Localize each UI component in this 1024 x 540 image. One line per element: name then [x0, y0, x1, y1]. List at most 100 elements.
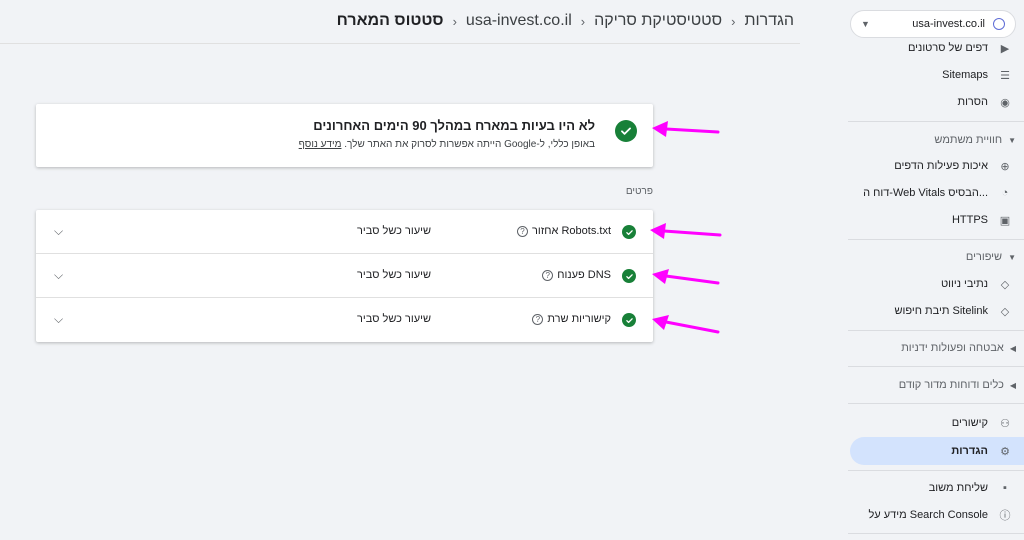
help-icon[interactable]: ?	[532, 313, 544, 325]
gear-icon: ⚙	[1000, 445, 1010, 458]
chevron-icon: ›	[580, 13, 586, 29]
section-legacy[interactable]: ◀ כלים ודוחות מדור קודם	[850, 373, 1024, 397]
divider	[848, 533, 1024, 534]
sidebar-item-label: שליחת משוב	[928, 482, 988, 494]
annotation-arrow-head	[650, 223, 666, 239]
sidebar-item-removals[interactable]: ◉ הסרות	[850, 88, 1024, 116]
sidebar: usa-invest.co.il ▼ ▶ דפים של סרטונים ☰ S…	[848, 0, 1024, 540]
chevron-icon: ›	[452, 13, 457, 29]
breadcrumb-crawl-stats[interactable]: סטטיסטיקת סריקה	[594, 12, 722, 30]
divider	[848, 366, 1024, 367]
divider	[848, 121, 1024, 122]
detail-name-text: אחזור Robots.txt	[531, 225, 611, 237]
details-card: ? אחזור Robots.txt שיעור כשל סביר ⌵ ? פע…	[36, 210, 653, 342]
summary-title: לא היו בעיות במארח במהלך 90 הימים האחרונ…	[313, 118, 595, 133]
sidebar-item-label: HTTPS	[951, 214, 988, 226]
sidebar-item-about[interactable]: ⓘ מידע על Search Console	[850, 501, 1024, 529]
divider	[848, 330, 1024, 331]
divider	[848, 239, 1024, 240]
annotation-arrow-line	[664, 274, 720, 285]
section-enhancements[interactable]: ▼ שיפורים	[850, 245, 1024, 269]
annotation-arrow-line	[662, 229, 722, 237]
section-label: אבטחה ופעולות ידניות	[901, 342, 1004, 354]
detail-name-text: קישוריות שרת	[547, 313, 611, 325]
annotation-arrow-head	[652, 269, 669, 284]
links-icon: ⚇	[1000, 417, 1010, 430]
sidebar-item-video-pages[interactable]: ▶ דפים של סרטונים	[850, 34, 1024, 62]
section-label: חוויית משתמש	[934, 134, 1003, 146]
annotation-arrow-line	[664, 127, 720, 134]
sidebar-item-label: מידע על Search Console	[868, 509, 988, 521]
sidebar-item-label: דפים של סרטונים	[907, 42, 988, 54]
layers-icon: ◇	[1000, 305, 1010, 318]
detail-row-dns[interactable]: ? פענוח DNS שיעור כשל סביר ⌵	[36, 254, 653, 298]
check-circle-icon	[622, 225, 636, 239]
breadcrumb: הגדרות › סטטיסטיקת סריקה › usa-invest.co…	[337, 12, 794, 30]
section-label: כלים ודוחות מדור קודם	[898, 379, 1004, 391]
detail-name-text: פענוח DNS	[557, 269, 611, 281]
check-circle-icon	[615, 120, 637, 142]
check-circle-icon	[622, 313, 636, 327]
chevron-down-icon[interactable]: ⌵	[54, 224, 63, 239]
detail-row-server[interactable]: ? קישוריות שרת שיעור כשל סביר ⌵	[36, 298, 653, 342]
sidebar-item-feedback[interactable]: ▪ שליחת משוב	[850, 474, 1024, 502]
divider	[848, 403, 1024, 404]
sidebar-item-label: הגדרות	[951, 445, 988, 457]
check-circle-icon	[622, 269, 636, 283]
section-security[interactable]: ◀ אבטחה ופעולות ידניות	[850, 336, 1024, 360]
feedback-icon: ▪	[1003, 482, 1007, 494]
detail-status: שיעור כשל סביר	[357, 225, 431, 237]
sidebar-item-label: תיבת חיפוש Sitelink	[894, 305, 988, 317]
gauge-icon: ◔	[1001, 187, 1009, 199]
breadcrumb-settings[interactable]: הגדרות	[744, 12, 794, 30]
video-page-icon: ▶	[1000, 42, 1010, 55]
sidebar-item-settings[interactable]: ⚙ הגדרות	[850, 437, 1024, 465]
sidebar-item-label: איכות פעילות הדפים	[894, 160, 988, 172]
annotation-arrow-head	[652, 315, 669, 330]
detail-status: שיעור כשל סביר	[357, 313, 431, 325]
chevron-down-icon[interactable]: ⌵	[54, 268, 63, 283]
summary-subtitle-text: באופן כללי, ל-Google הייתה אפשרות לסרוק …	[344, 139, 595, 150]
sitemap-icon: ☰	[1000, 69, 1010, 82]
detail-name: ? אחזור Robots.txt	[516, 225, 611, 237]
detail-name: ? פענוח DNS	[542, 269, 611, 281]
page-header: הגדרות › סטטיסטיקת סריקה › usa-invest.co…	[0, 0, 800, 44]
annotation-arrow-head	[652, 121, 668, 137]
summary-subtitle: באופן כללי, ל-Google הייתה אפשרות לסרוק …	[299, 139, 595, 150]
host-status-summary-card: לא היו בעיות במארח במהלך 90 הימים האחרונ…	[36, 104, 653, 167]
sidebar-item-label: נתיבי ניווט	[940, 278, 988, 290]
globe-icon	[993, 18, 1005, 30]
sidebar-item-label: דוח ה-Web Vitals הבסיס...	[863, 187, 988, 199]
divider	[848, 470, 1024, 471]
sidebar-item-label: הסרות	[957, 96, 988, 108]
sidebar-item-sitelinks-searchbox[interactable]: ◇ תיבת חיפוש Sitelink	[850, 297, 1024, 325]
layers-icon: ◇	[1000, 278, 1010, 291]
help-icon[interactable]: ?	[542, 269, 554, 281]
detail-status: שיעור כשל סביר	[357, 269, 431, 281]
caret-down-icon: ▼	[1008, 135, 1016, 145]
breadcrumb-domain[interactable]: usa-invest.co.il	[466, 12, 572, 30]
section-label: שיפורים	[965, 251, 1003, 263]
annotation-arrows	[650, 121, 722, 334]
chevron-down-icon: ▼	[861, 19, 870, 29]
sidebar-item-sitemaps[interactable]: ☰ Sitemaps	[850, 61, 1024, 89]
sidebar-item-links[interactable]: ⚇ קישורים	[850, 409, 1024, 437]
learn-more-link[interactable]: מידע נוסף	[299, 139, 342, 150]
sidebar-item-breadcrumbs[interactable]: ◇ נתיבי ניווט	[850, 270, 1024, 298]
property-name: usa-invest.co.il	[912, 18, 985, 30]
caret-right-icon: ◀	[1009, 380, 1016, 390]
sidebar-item-core-web-vitals[interactable]: ◔ דוח ה-Web Vitals הבסיס...	[850, 179, 1024, 207]
chevron-down-icon[interactable]: ⌵	[54, 312, 63, 327]
caret-right-icon: ◀	[1009, 343, 1016, 353]
page-title: סטטוס המארח	[336, 12, 444, 29]
help-icon[interactable]: ?	[516, 225, 528, 237]
chevron-icon: ›	[731, 13, 736, 29]
eye-off-icon: ◉	[1000, 96, 1010, 109]
sidebar-item-label: קישורים	[951, 417, 988, 429]
caret-down-icon: ▼	[1008, 252, 1016, 262]
section-experience[interactable]: ▼ חוויית משתמש	[850, 128, 1024, 152]
sidebar-item-page-experience[interactable]: ⊕ איכות פעילות הדפים	[850, 152, 1024, 180]
detail-row-robots[interactable]: ? אחזור Robots.txt שיעור כשל סביר ⌵	[36, 210, 653, 254]
sidebar-item-https[interactable]: ▣ HTTPS	[850, 206, 1024, 234]
annotation-arrow-line	[664, 320, 720, 334]
